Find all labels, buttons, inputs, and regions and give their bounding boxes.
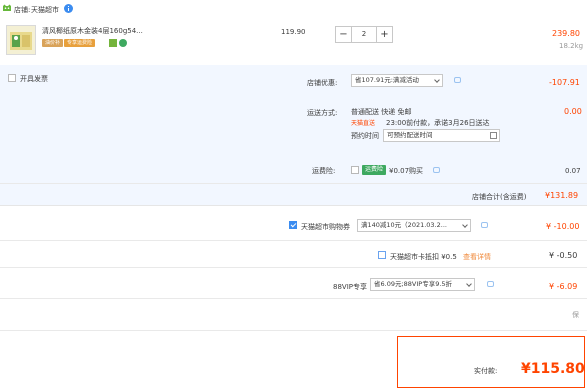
shipping-insurance-tag: 运费险 xyxy=(362,165,387,175)
chevron-down-icon xyxy=(462,222,468,228)
vip-discount-select[interactable]: 省6.09元;88VIP专享9.5折 xyxy=(370,278,475,291)
coupon-select[interactable]: 满140减10元（2021.03.2... xyxy=(357,219,471,232)
decrease-quantity-button[interactable]: − xyxy=(336,27,352,42)
appointment-label: 预约时间 xyxy=(351,132,379,140)
coupon-selected: 满140减10元（2021.03.2... xyxy=(361,221,447,229)
shipping-insurance-desc: ¥0.07购买 xyxy=(389,167,424,175)
coupon-label: 天猫超市购物券 xyxy=(301,223,350,231)
shop-discount-label: 店铺优惠: xyxy=(307,79,338,87)
delivery-amount: 0.00 xyxy=(564,107,582,116)
store-header: 店铺: 天猫超市 xyxy=(0,0,587,22)
product-tag-badge: 油价补 xyxy=(42,39,64,47)
tmall-card-label: 天猫超市卡抵扣 ¥0.5 xyxy=(390,253,457,261)
chat-icon[interactable] xyxy=(487,281,494,287)
last-row-text: 保 xyxy=(572,311,579,319)
appointment-time-select[interactable]: 可预约配送时间 xyxy=(383,129,500,142)
quantity-input[interactable]: 2 xyxy=(353,27,375,42)
delivery-type: 普通配送 快递 免邮 xyxy=(351,108,412,116)
guarantee-icon xyxy=(109,39,117,47)
shipping-insurance-checkbox[interactable] xyxy=(351,166,359,174)
coupon-checkbox[interactable] xyxy=(289,221,297,229)
product-weight: 18.2kg xyxy=(559,42,584,50)
shipping-insurance-amount: 0.07 xyxy=(565,167,581,175)
card-details-link[interactable]: 查看详情 xyxy=(463,252,491,262)
divider xyxy=(0,240,587,241)
chat-icon[interactable] xyxy=(433,167,440,173)
product-total: 239.80 xyxy=(552,29,580,38)
shop-discount-selected: 省107.91元:满减活动 xyxy=(355,76,419,84)
divider xyxy=(0,267,587,268)
chat-icon[interactable] xyxy=(454,77,461,83)
product-title-link[interactable]: 清风椰纸原木金装4层160g54... xyxy=(42,26,143,36)
payment-label: 实付款: xyxy=(474,367,498,375)
green-check-icon xyxy=(119,39,127,47)
divider xyxy=(0,298,587,299)
chevron-down-icon xyxy=(434,77,440,83)
vip-amount: ¥ -6.09 xyxy=(549,282,578,291)
freight-insurance-badge: 专享运费险 xyxy=(64,39,96,47)
delivery-label: 运送方式: xyxy=(307,109,338,117)
payment-summary-box: 实付款: ¥115.80 xyxy=(397,336,585,388)
store-total-label: 店铺合计(含运费) xyxy=(472,193,527,201)
delivery-promise: 23:00前付款，承诺3月26日送达 xyxy=(386,119,490,127)
vip-label: 88VIP专享 xyxy=(333,283,367,291)
tmall-card-amount: ¥ -0.50 xyxy=(549,251,578,260)
divider xyxy=(0,205,587,206)
coupon-amount: ¥ -10.00 xyxy=(546,222,580,231)
product-image[interactable] xyxy=(6,25,36,55)
quantity-stepper: − 2 + xyxy=(335,26,393,43)
vip-discount-selected: 省6.09元;88VIP专享9.5折 xyxy=(374,280,453,288)
unit-price: 119.90 xyxy=(281,28,306,36)
chat-icon[interactable] xyxy=(481,222,488,228)
payment-amount: ¥115.80 xyxy=(521,361,585,377)
tmall-direct-tag: 天猫直送 xyxy=(351,120,376,127)
divider xyxy=(0,330,587,331)
tmall-cat-icon xyxy=(2,4,12,13)
store-total-amount: ¥131.89 xyxy=(545,191,579,200)
increase-quantity-button[interactable]: + xyxy=(376,27,392,42)
store-name-link[interactable]: 天猫超市 xyxy=(31,5,59,15)
appointment-time-value: 可预约配送时间 xyxy=(387,131,433,139)
chevron-down-icon xyxy=(466,281,472,287)
shipping-insurance-label: 运费险: xyxy=(312,167,336,175)
divider xyxy=(0,183,587,184)
info-icon[interactable] xyxy=(64,4,73,13)
invoice-label: 开具发票 xyxy=(20,75,48,83)
calendar-icon xyxy=(490,132,497,139)
tmall-card-checkbox[interactable] xyxy=(378,251,386,259)
shop-discount-select[interactable]: 省107.91元:满减活动 xyxy=(351,74,443,87)
store-label: 店铺: xyxy=(14,6,31,14)
invoice-checkbox[interactable] xyxy=(8,74,16,82)
shop-discount-amount: -107.91 xyxy=(549,78,580,87)
